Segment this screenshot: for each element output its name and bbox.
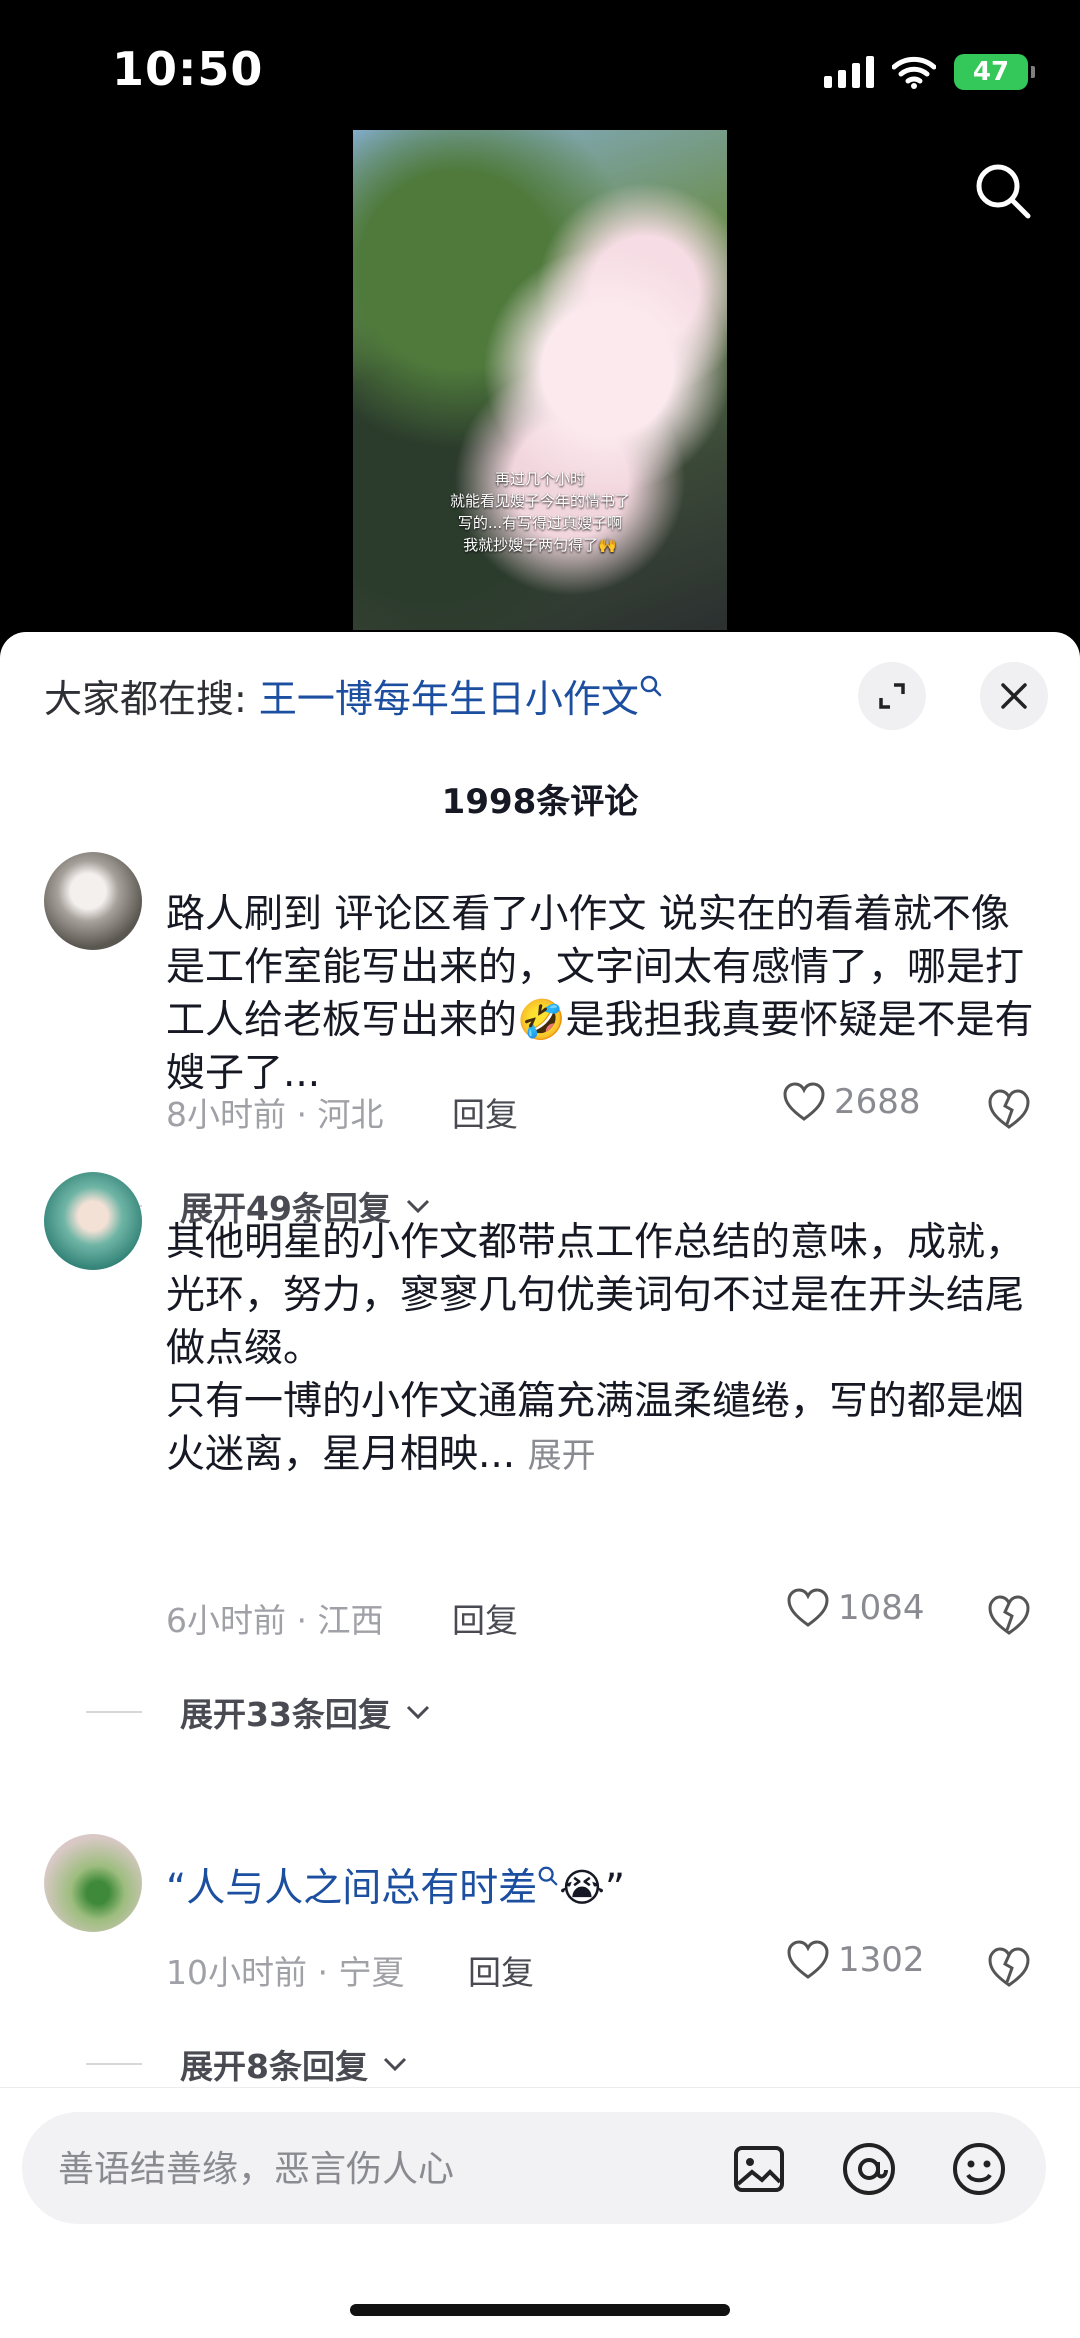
comment-text[interactable]: “人与人之间总有时差 😭” [166,1862,1036,1915]
close-icon [1001,683,1027,709]
dislike-icon[interactable] [986,1086,1032,1132]
expand-replies[interactable]: 展开8条回复 [86,2040,408,2088]
wifi-icon [892,56,936,89]
comment-meta: 10小时前 · 宁夏 [166,1953,405,1992]
search-icon [640,676,662,697]
comment-meta: 8小时前 · 河北 [166,1095,384,1134]
like-count: 1302 [838,1940,925,1980]
at-icon[interactable] [840,2140,898,2198]
emoji: 😭 [559,1866,605,1911]
comment-input[interactable] [56,2112,680,2226]
chevron-down-icon [406,1705,429,1720]
like-count: 2688 [834,1082,921,1122]
comment-text[interactable]: 路人刷到 评论区看了小作文 说实在的看着就不像是工作室能写出来的，文字间太有感情… [166,888,1036,1100]
quote-close: ” [604,1866,626,1911]
expand-replies-label: 展开33条回复 [180,1695,391,1734]
trending-search[interactable]: 大家都在搜: 王一博每年生日小作文 [44,668,663,723]
status-time: 10:50 [112,42,264,96]
expand-icon [879,683,905,709]
close-button[interactable] [980,662,1048,730]
like-button[interactable]: 1084 [786,1588,925,1628]
comment-meta: 6小时前 · 江西 [166,1601,384,1640]
trending-prefix: 大家都在搜: [44,677,259,721]
signal-icon [824,56,874,88]
search-icon[interactable] [970,158,1036,224]
battery-level: 47 [972,57,1010,87]
video-caption: 再过几个小时 就能看见嫂子今年的情书了 写的...有写得过真嫂子啊 我就抄嫂子两… [449,470,630,554]
avatar[interactable] [44,1172,142,1270]
expand-button[interactable] [858,662,926,730]
comment-search-link[interactable]: 人与人之间总有时差 [186,1866,537,1911]
reply-button[interactable]: 回复 [468,1946,534,1994]
read-more-link[interactable]: 展开 [528,1436,596,1476]
heart-icon [787,1940,829,1979]
dislike-icon[interactable] [986,1592,1032,1638]
comment-input-bar [0,2087,1080,2338]
home-indicator[interactable] [350,2304,730,2316]
avatar[interactable] [44,852,142,950]
video-preview[interactable]: 再过几个小时 就能看见嫂子今年的情书了 写的...有写得过真嫂子啊 我就抄嫂子两… [353,130,727,630]
battery-icon: 47 [954,54,1035,90]
reply-button[interactable]: 回复 [452,1594,518,1642]
heart-icon [783,1082,825,1121]
heart-icon [787,1588,829,1627]
comment-text[interactable]: 其他明星的小作文都带点工作总结的意味，成就，光环，努力，寥寥几句优美词句不过是在… [166,1216,1036,1483]
like-button[interactable]: 2688 [782,1082,921,1122]
comment-count: 1998条评论 [441,782,639,822]
chevron-down-icon [406,1199,429,1214]
search-icon [538,1866,558,1886]
reply-button[interactable]: 回复 [452,1088,518,1136]
quote-open: “ [166,1866,187,1911]
status-icons: 47 [824,52,1035,92]
avatar[interactable] [44,1834,142,1932]
dislike-icon[interactable] [986,1944,1032,1990]
emoji-icon[interactable] [950,2140,1008,2198]
comment-input-box[interactable] [22,2112,1046,2226]
chevron-down-icon [383,2057,407,2072]
like-button[interactable]: 1302 [786,1940,925,1980]
comment-sheet: 大家都在搜: 王一博每年生日小作文 1998条评论 路人刷到 评论区看了小作文 … [0,632,1080,2337]
expand-replies[interactable]: 展开33条回复 [86,1688,431,1736]
image-icon[interactable] [730,2140,788,2198]
expand-replies-label: 展开8条回复 [180,2047,368,2086]
trending-query[interactable]: 王一博每年生日小作文 [259,677,639,721]
like-count: 1084 [838,1588,925,1628]
